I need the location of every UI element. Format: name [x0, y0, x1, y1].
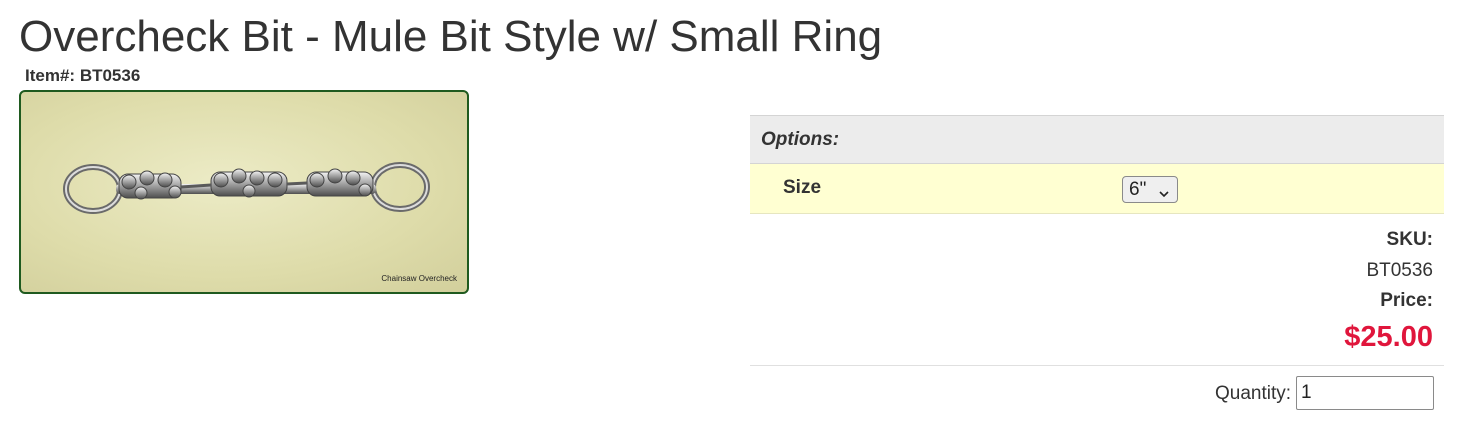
size-selected-value: 6"	[1129, 178, 1147, 200]
price-value: $25.00	[1344, 321, 1433, 353]
option-row-size: Size 6"	[750, 164, 1444, 214]
item-number-label: Item#:	[25, 66, 76, 85]
item-number-line: Item#: BT0536	[25, 66, 140, 86]
item-number-value: BT0536	[79, 66, 141, 85]
size-select[interactable]: 6"	[1122, 176, 1178, 203]
price-label: Price:	[1380, 290, 1433, 311]
quantity-label: Quantity:	[1215, 383, 1292, 404]
sku-label: SKU:	[1386, 229, 1433, 250]
divider	[750, 365, 1444, 366]
product-image[interactable]: Chainsaw Overcheck	[19, 90, 469, 294]
options-panel: Options: Size 6"	[750, 115, 1444, 214]
bit-illustration	[63, 162, 430, 214]
chevron-down-icon	[1158, 184, 1170, 206]
quantity-input[interactable]	[1296, 376, 1434, 410]
sku-value: BT0536	[1366, 260, 1433, 281]
options-header: Options:	[750, 115, 1444, 164]
product-page: Overcheck Bit - Mule Bit Style w/ Small …	[0, 0, 1462, 431]
page-title: Overcheck Bit - Mule Bit Style w/ Small …	[19, 12, 883, 61]
size-label: Size	[783, 177, 822, 198]
image-caption: Chainsaw Overcheck	[381, 274, 457, 283]
pricing-block: SKU: BT0536 Price: $25.00	[1344, 228, 1433, 355]
